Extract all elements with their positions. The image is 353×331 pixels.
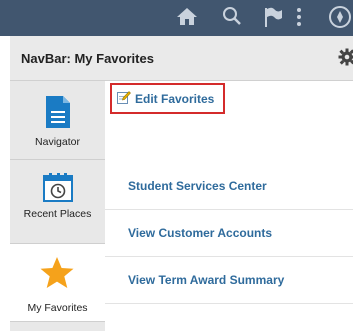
recent-places-icon: [43, 172, 73, 207]
navbar-panel: NavBar: My Favorites Navigator Recent Pl…: [10, 36, 353, 331]
top-navigation-bar: [0, 0, 353, 36]
favorite-link-student-services-center[interactable]: Student Services Center: [105, 163, 353, 210]
navbar-sidebar: Navigator Recent Places My Favorites: [10, 81, 105, 331]
edit-icon: [117, 90, 131, 109]
edit-favorites-label: Edit Favorites: [135, 92, 215, 106]
panel-header: NavBar: My Favorites: [10, 36, 353, 81]
favorite-link-view-customer-accounts[interactable]: View Customer Accounts: [105, 210, 353, 257]
sidebar-item-recent-places[interactable]: Recent Places: [10, 160, 105, 244]
edit-favorites-button[interactable]: Edit Favorites: [110, 83, 225, 114]
favorite-link-label: View Customer Accounts: [128, 226, 273, 240]
gear-icon[interactable]: [338, 48, 353, 71]
sidebar-item-label: Navigator: [35, 136, 80, 148]
navbar-compass-icon[interactable]: [327, 4, 353, 30]
sidebar-item-my-favorites[interactable]: My Favorites: [10, 244, 105, 322]
favorite-link-view-term-award-summary[interactable]: View Term Award Summary: [105, 257, 353, 304]
sidebar-item-navigator[interactable]: Navigator: [10, 81, 105, 160]
navigator-icon: [46, 96, 70, 133]
search-icon[interactable]: [221, 6, 243, 26]
favorites-list: Student Services Center View Customer Ac…: [105, 81, 353, 331]
panel-title: NavBar: My Favorites: [21, 51, 154, 66]
home-icon[interactable]: [176, 6, 198, 26]
favorite-link-label: Student Services Center: [128, 179, 267, 193]
more-options-icon[interactable]: [294, 6, 304, 28]
favorite-link-label: View Term Award Summary: [128, 273, 285, 287]
star-icon: [39, 256, 75, 295]
sidebar-item-label: Recent Places: [23, 208, 92, 220]
sidebar-item-label: My Favorites: [27, 302, 88, 314]
flag-icon[interactable]: [262, 6, 284, 28]
